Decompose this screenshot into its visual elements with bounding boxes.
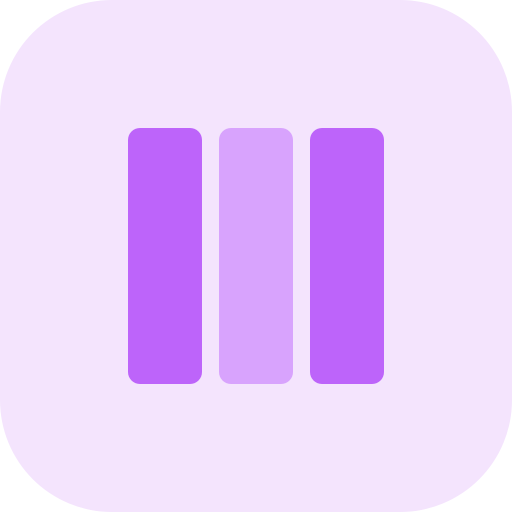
column-right	[310, 128, 384, 384]
column-left	[128, 128, 202, 384]
columns-icon	[0, 0, 512, 512]
column-middle	[219, 128, 293, 384]
